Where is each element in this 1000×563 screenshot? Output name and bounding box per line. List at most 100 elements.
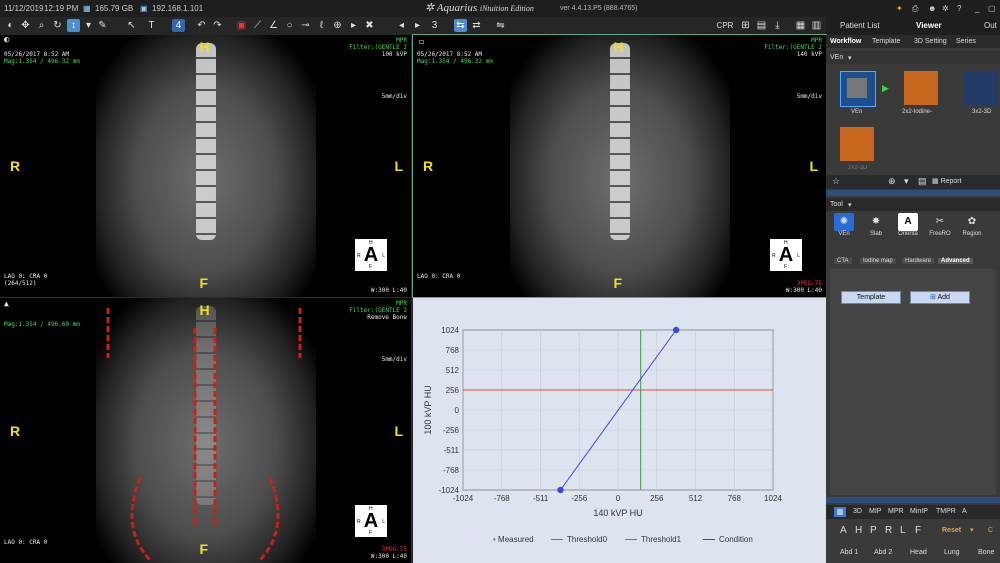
thumb-2x2-3d[interactable] bbox=[840, 127, 874, 161]
subtab-cta[interactable]: CTA bbox=[834, 258, 852, 264]
scatter-chart-viewport[interactable]: -1024 -768 -511 -256 0 256 512 768 1024 1024 768 51… bbox=[413, 298, 826, 563]
save-icon[interactable]: ▤ bbox=[918, 176, 927, 187]
preset-bone[interactable]: Bone bbox=[978, 549, 994, 556]
tab-viewer[interactable]: Viewer bbox=[916, 21, 942, 30]
splitter[interactable] bbox=[826, 190, 1000, 196]
ruler-icon[interactable]: ⟋ bbox=[251, 19, 264, 32]
tab-3d-setting[interactable]: 3D Setting bbox=[914, 38, 947, 45]
mode-tmpr[interactable]: TMPR bbox=[936, 508, 956, 515]
close-icon[interactable]: ▢ bbox=[988, 0, 996, 17]
orientation-cube[interactable]: A H F R L bbox=[355, 505, 387, 537]
chevron-down-icon[interactable]: ▾ bbox=[82, 19, 95, 32]
mode-3d[interactable]: 3D bbox=[853, 508, 862, 515]
tile-icon[interactable]: ▥ bbox=[810, 19, 823, 32]
settings-icon[interactable]: ✲ bbox=[942, 0, 949, 17]
chevron-down-icon[interactable]: ▾ bbox=[970, 526, 974, 534]
crosshair-icon[interactable]: ⊕ bbox=[331, 19, 344, 32]
pan-icon[interactable]: ✥ bbox=[19, 19, 32, 32]
text-annotation-icon[interactable]: T bbox=[145, 19, 158, 32]
ellipse-icon[interactable]: ○ bbox=[283, 19, 296, 32]
orientation-cube[interactable]: A H F R L bbox=[770, 239, 802, 271]
thumb-ven[interactable] bbox=[840, 71, 876, 107]
subtab-advanced[interactable]: Advanced bbox=[938, 258, 973, 264]
help-icon[interactable]: ? bbox=[957, 0, 961, 17]
rotate-icon[interactable]: ↻ bbox=[51, 19, 64, 32]
select-icon[interactable]: ◐ bbox=[4, 36, 9, 45]
add-icon[interactable]: ⊕ bbox=[888, 176, 896, 187]
user-icon[interactable]: ☻ bbox=[928, 0, 936, 17]
tab-template[interactable]: Template bbox=[872, 38, 900, 45]
scroll-icon[interactable]: ↕ bbox=[67, 19, 80, 32]
orient-r[interactable]: R bbox=[885, 525, 892, 536]
orientation-cube[interactable]: A H F R L bbox=[355, 239, 387, 271]
clear-icon[interactable]: ✖ bbox=[363, 19, 376, 32]
select-icon[interactable]: ▲ bbox=[4, 300, 9, 308]
chevron-down-icon[interactable]: ▾ bbox=[904, 176, 909, 187]
alert-icon[interactable]: ✦ bbox=[896, 0, 903, 17]
lasso-icon[interactable]: ℓ bbox=[315, 19, 328, 32]
subtab-iodine-map[interactable]: Iodine map bbox=[860, 258, 896, 264]
roi-icon[interactable]: ▣ bbox=[235, 19, 248, 32]
preset-abd1[interactable]: Abd 1 bbox=[840, 549, 858, 556]
orient-l[interactable]: L bbox=[900, 525, 906, 536]
print-icon[interactable]: ⎙ bbox=[912, 0, 918, 17]
orient-p[interactable]: P bbox=[870, 525, 877, 536]
cine-icon[interactable]: ▸ bbox=[347, 19, 360, 32]
viewport-140kvp[interactable]: ◻ 05/26/2017 8:52 AM Mag:1.354 / 496.32 … bbox=[412, 34, 827, 298]
template-button[interactable]: Template bbox=[841, 291, 901, 304]
mode-mip[interactable]: MIP bbox=[869, 508, 881, 515]
preset-lung[interactable]: Lung bbox=[944, 549, 960, 556]
mode-a[interactable]: A bbox=[962, 508, 967, 515]
save-icon[interactable]: ▤ bbox=[755, 19, 768, 32]
redo-icon[interactable]: ↷ bbox=[211, 19, 224, 32]
prev-page-icon[interactable]: ◂ bbox=[395, 19, 408, 32]
layout-count-button[interactable]: 4 bbox=[172, 19, 185, 32]
mode-mpr[interactable]: MPR bbox=[888, 508, 904, 515]
screen-layout-icon[interactable]: ▦ bbox=[794, 19, 807, 32]
viewport-remove-bone[interactable]: ▲ Mag:1.354 / 496.60 mm MPR Filter:(GENT… bbox=[0, 298, 411, 563]
tab-out[interactable]: Out bbox=[984, 21, 997, 30]
add-button[interactable]: ⊞ Add bbox=[910, 291, 970, 304]
report-button[interactable]: ▦ Report bbox=[932, 177, 962, 185]
viewport-100kvp[interactable]: ◐ 05/26/2017 8:52 AM Mag:1.354 / 496.32 … bbox=[0, 35, 411, 297]
minimize-icon[interactable]: _ bbox=[975, 0, 979, 17]
mode-grid-icon[interactable]: ▦ bbox=[834, 507, 846, 517]
subtab-hardware[interactable]: Hardware bbox=[902, 258, 935, 264]
orient-a[interactable]: A bbox=[840, 525, 847, 536]
tool-orienta[interactable]: A Orienta bbox=[892, 213, 924, 237]
reset-button[interactable]: Reset bbox=[942, 527, 961, 534]
undo-icon[interactable]: ↶ bbox=[195, 19, 208, 32]
add-view-icon[interactable]: ⊞ bbox=[739, 19, 752, 32]
link-series-icon[interactable]: ⇆ bbox=[454, 19, 467, 32]
zoom-icon[interactable]: ⌕ bbox=[35, 19, 48, 32]
sync-icon[interactable]: ⇄ bbox=[470, 19, 483, 32]
preset-abd2[interactable]: Abd 2 bbox=[874, 549, 892, 556]
next-page-icon[interactable]: ▸ bbox=[411, 19, 424, 32]
tab-patient-list[interactable]: Patient List bbox=[840, 21, 880, 30]
preset-head[interactable]: Head bbox=[910, 549, 927, 556]
tab-series[interactable]: Series bbox=[956, 38, 976, 45]
cpr-button[interactable]: CPR bbox=[714, 19, 736, 32]
tool-region[interactable]: ✿ Region bbox=[956, 213, 988, 237]
tool-slab[interactable]: ✸ Slab bbox=[860, 213, 892, 237]
mode-minip[interactable]: MinIP bbox=[910, 508, 928, 515]
splitter[interactable] bbox=[826, 497, 1000, 503]
compare-icon[interactable]: ⇋ bbox=[494, 19, 507, 32]
select-icon[interactable]: ◻ bbox=[419, 38, 424, 46]
pointer-icon[interactable]: ↖ bbox=[125, 19, 138, 32]
more-button[interactable]: C bbox=[988, 527, 993, 534]
export-icon[interactable]: ⤓ bbox=[771, 19, 784, 32]
angle-icon[interactable]: ∠ bbox=[267, 19, 280, 32]
probe-icon[interactable]: ⊸ bbox=[299, 19, 312, 32]
chevron-down-icon[interactable]: ▾ bbox=[848, 54, 852, 62]
tool-ven[interactable]: ✺ VEn bbox=[828, 213, 860, 237]
tools-icon[interactable]: ✎ bbox=[96, 19, 109, 32]
orient-h[interactable]: H bbox=[855, 525, 862, 536]
tab-workflow[interactable]: Workflow bbox=[830, 38, 861, 45]
orient-f[interactable]: F bbox=[915, 525, 921, 536]
star-icon[interactable]: ☆ bbox=[832, 176, 840, 187]
play-icon[interactable]: ▶ bbox=[882, 83, 889, 94]
thumb-3x2-3d[interactable] bbox=[964, 71, 998, 105]
chevron-down-icon[interactable]: ▾ bbox=[848, 201, 852, 209]
thumb-2x2-iodine[interactable] bbox=[904, 71, 938, 105]
